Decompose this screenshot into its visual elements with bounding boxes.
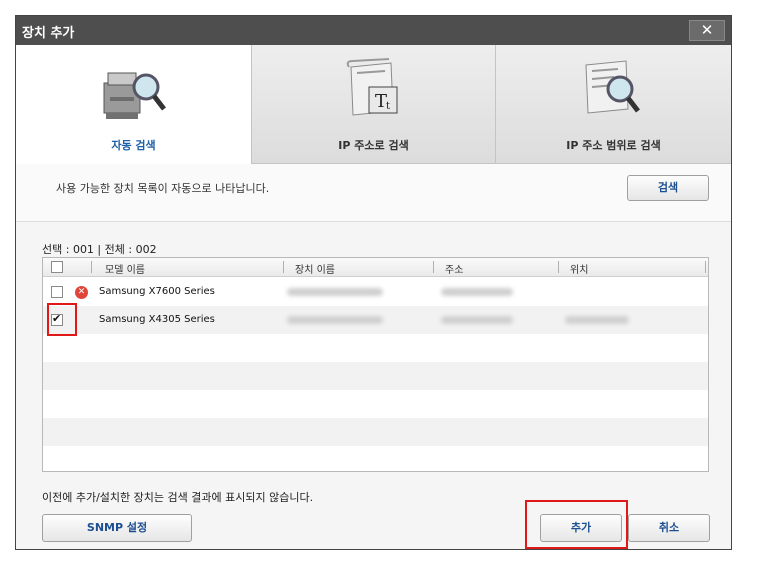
window-title: 장치 추가 [22,26,75,41]
add-device-dialog: 장치 추가 ✕ 자동 검색 T t IP 주소로 검색 IP 주소 범위로 검색… [15,15,732,550]
selection-counts: 선택 : 001 | 전체 : 002 [42,243,157,256]
column-separator [558,261,559,273]
column-header-device-name[interactable]: 장치 이름 [295,261,335,276]
empty-row [43,390,708,418]
row-checkbox[interactable] [51,286,63,298]
cancel-button[interactable]: 취소 [628,514,710,542]
highlight-add-button-annotation [525,500,628,549]
column-separator [283,261,284,273]
column-header-model[interactable]: 모델 이름 [105,261,145,276]
close-icon: ✕ [700,21,714,39]
model-name: Samsung X7600 Series [99,286,215,297]
description-area: 사용 가능한 장치 목록이 자동으로 나타납니다. 검색 [16,164,731,222]
tab-label: 자동 검색 [111,139,156,152]
table-row[interactable]: Samsung X4305 Series [43,306,708,334]
title-bar: 장치 추가 ✕ [16,16,731,46]
tab-label: IP 주소로 검색 [338,139,409,152]
tab-label: IP 주소 범위로 검색 [566,139,661,152]
snmp-settings-button[interactable]: SNMP 설정 [42,514,192,542]
empty-row [43,446,708,471]
device-list: 모델 이름 장치 이름 주소 위치 ✕ Samsung X7600 Series… [42,257,709,472]
search-tabs: 자동 검색 T t IP 주소로 검색 IP 주소 범위로 검색 [16,45,731,165]
tab-ip-range-search[interactable]: IP 주소 범위로 검색 [496,45,731,164]
scroll-magnifier-icon [584,60,640,114]
empty-row [43,362,708,390]
model-name: Samsung X4305 Series [99,314,215,325]
description-text: 사용 가능한 장치 목록이 자동으로 나타납니다. [56,182,270,195]
device-name-redacted [287,288,383,296]
address-redacted [441,316,513,324]
printer-magnifier-icon [103,72,166,119]
column-separator [91,261,92,273]
empty-row [43,418,708,446]
column-separator [705,261,706,273]
column-header-location[interactable]: 위치 [570,261,588,276]
error-status-icon: ✕ [75,286,88,299]
location-redacted [565,316,629,324]
column-header-address[interactable]: 주소 [445,261,463,276]
scroll-text-icon: T t [346,58,397,116]
empty-row [43,334,708,362]
address-redacted [441,288,513,296]
column-separator [433,261,434,273]
device-name-redacted [287,316,383,324]
svg-text:t: t [386,101,390,112]
close-button[interactable]: ✕ [689,20,725,41]
list-header: 모델 이름 장치 이름 주소 위치 [43,258,708,277]
select-all-checkbox[interactable] [51,261,63,273]
search-button[interactable]: 검색 [627,175,709,201]
info-note: 이전에 추가/설치한 장치는 검색 결과에 표시되지 않습니다. [42,491,314,504]
highlight-checkbox-annotation [47,303,77,336]
tab-auto-search[interactable]: 자동 검색 [16,45,252,165]
tab-ip-search[interactable]: T t IP 주소로 검색 [252,45,496,164]
table-row[interactable]: ✕ Samsung X7600 Series [43,278,708,306]
